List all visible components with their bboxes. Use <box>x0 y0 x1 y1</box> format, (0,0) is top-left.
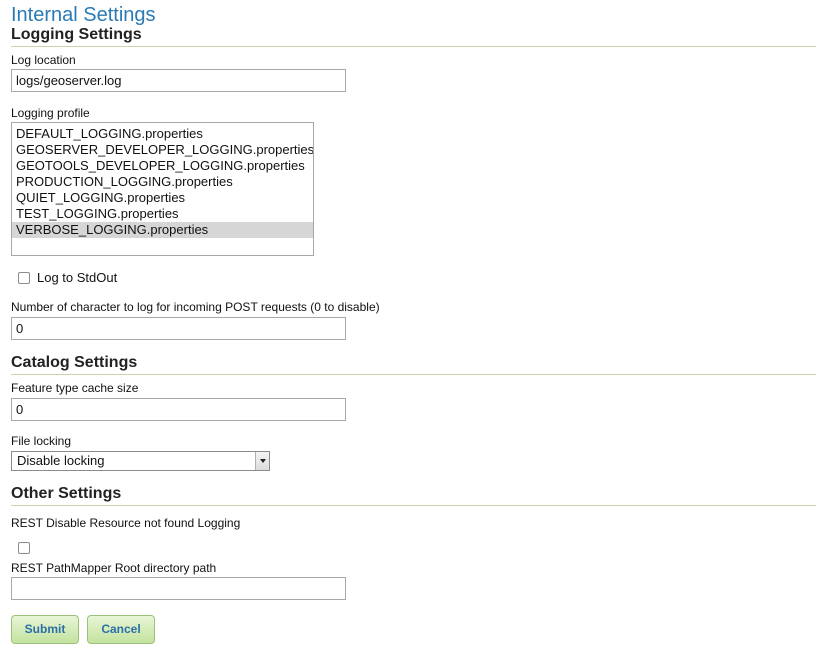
file-locking-label: File locking <box>11 434 72 448</box>
list-item[interactable]: DEFAULT_LOGGING.properties <box>12 126 313 142</box>
list-item[interactable]: QUIET_LOGGING.properties <box>12 190 313 206</box>
cancel-button[interactable]: Cancel <box>87 615 155 644</box>
file-locking-value: Disable locking <box>17 453 105 468</box>
logging-profile-listbox[interactable]: DEFAULT_LOGGING.properties GEOSERVER_DEV… <box>11 122 314 256</box>
log-to-stdout-label: Log to StdOut <box>37 270 118 285</box>
list-item[interactable]: GEOSERVER_DEVELOPER_LOGGING.properties <box>12 142 313 158</box>
rest-disable-checkbox[interactable] <box>18 542 30 554</box>
page-title: Internal Settings <box>11 4 156 26</box>
chevron-down-icon[interactable] <box>255 452 269 470</box>
post-chars-label: Number of character to log for incoming … <box>11 300 380 314</box>
cache-size-input[interactable] <box>11 398 346 421</box>
logging-section-title: Logging Settings <box>11 25 816 47</box>
rest-disable-label: REST Disable Resource not found Logging <box>11 516 241 530</box>
list-item[interactable]: GEOTOOLS_DEVELOPER_LOGGING.properties <box>12 158 313 174</box>
list-item[interactable]: TEST_LOGGING.properties <box>12 206 313 222</box>
other-section-title: Other Settings <box>11 484 816 506</box>
cache-size-label: Feature type cache size <box>11 381 139 395</box>
list-item-selected[interactable]: VERBOSE_LOGGING.properties <box>12 222 313 238</box>
log-location-label: Log location <box>11 53 76 67</box>
log-location-input[interactable] <box>11 69 346 92</box>
log-to-stdout-checkbox[interactable] <box>18 272 30 284</box>
catalog-section-title: Catalog Settings <box>11 353 816 375</box>
list-item[interactable]: PRODUCTION_LOGGING.properties <box>12 174 313 190</box>
file-locking-select[interactable]: Disable locking <box>11 451 270 471</box>
rest-root-label: REST PathMapper Root directory path <box>11 561 217 575</box>
post-chars-input[interactable] <box>11 317 346 340</box>
logging-profile-label: Logging profile <box>11 106 90 120</box>
rest-root-input[interactable] <box>11 577 346 600</box>
submit-button[interactable]: Submit <box>11 615 79 644</box>
